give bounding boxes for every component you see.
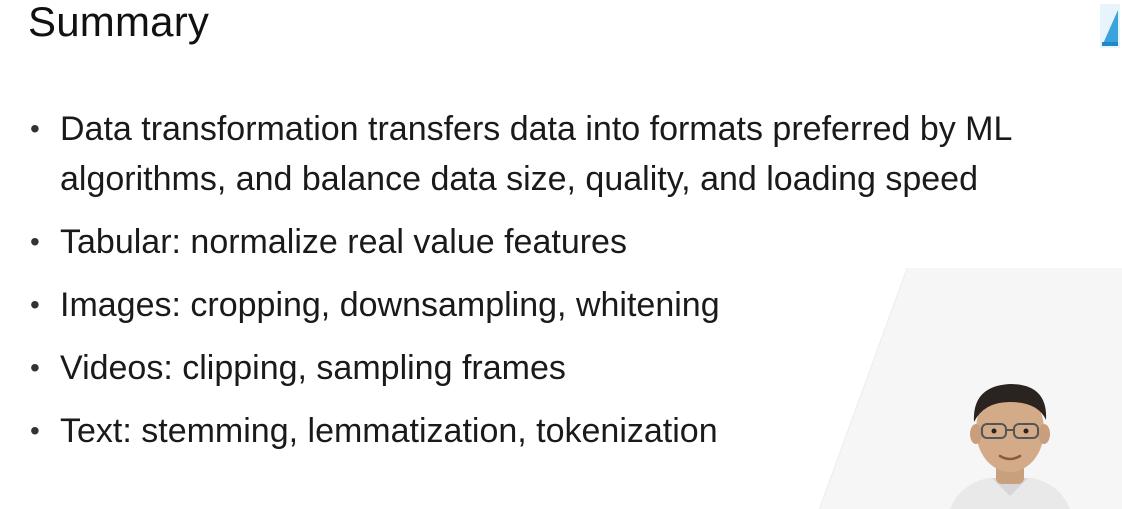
bullet-text: Images: cropping, downsampling, whitenin… — [60, 286, 720, 324]
bullet-dot: • — [30, 352, 40, 383]
slide-title: Summary — [28, 0, 210, 45]
bilibili-logo-icon — [1100, 4, 1120, 48]
bullet-text: Tabular: normalize real value features — [60, 223, 627, 261]
presenter-video-icon — [950, 384, 1070, 509]
bullet-dot: • — [30, 289, 40, 320]
slide: Summary • Data transformation transfers … — [0, 0, 1122, 509]
bullet-dot: • — [30, 113, 40, 144]
bullet-dot: • — [30, 415, 40, 446]
bullet-text: Text: stemming, lemmatization, tokenizat… — [60, 412, 718, 450]
bullet-item: • Data transformation transfers data int… — [24, 104, 1104, 204]
bullet-item: • Images: cropping, downsampling, whiten… — [24, 280, 1104, 330]
bullet-dot: • — [30, 226, 40, 257]
bullet-item: • Tabular: normalize real value features — [24, 217, 1104, 267]
bullet-text: Data transformation transfers data into … — [60, 110, 1012, 198]
bullet-text: Videos: clipping, sampling frames — [60, 349, 566, 387]
